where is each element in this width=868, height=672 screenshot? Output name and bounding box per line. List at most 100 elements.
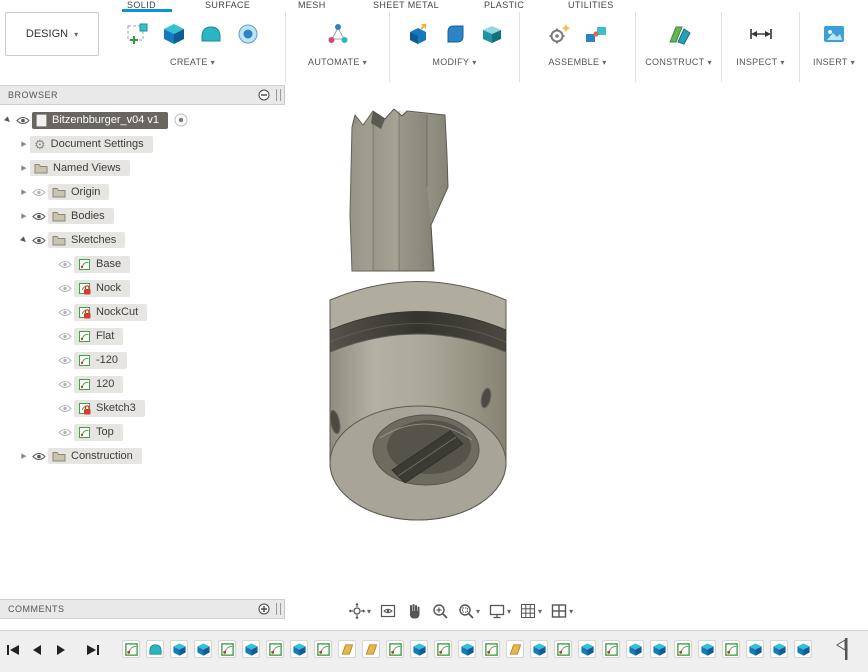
design-workspace-selector[interactable]: DESIGN ▾ bbox=[5, 12, 99, 56]
browser-row-sketch-nock[interactable]: Nock bbox=[56, 278, 130, 298]
activate-component-radio[interactable] bbox=[174, 113, 188, 127]
shell-button[interactable] bbox=[477, 19, 507, 49]
timeline-feature-extrude-icon[interactable] bbox=[578, 640, 596, 658]
timeline-feature-sketch-icon[interactable] bbox=[674, 640, 692, 658]
timeline-feature-sketch-icon[interactable] bbox=[386, 640, 404, 658]
modify-menu[interactable]: MODIFY ▾ bbox=[432, 57, 476, 67]
timeline-feature-plane-icon[interactable] bbox=[362, 640, 380, 658]
visibility-eye-off-icon[interactable] bbox=[56, 332, 74, 341]
browser-row-sketch-neg120[interactable]: -120 bbox=[56, 350, 127, 370]
expand-arrow-icon[interactable]: ▶ bbox=[1, 113, 15, 127]
pan-button[interactable] bbox=[402, 601, 426, 621]
assemble-menu[interactable]: ASSEMBLE ▾ bbox=[548, 57, 606, 67]
timeline-feature-extrude-icon[interactable] bbox=[170, 640, 188, 658]
add-comment-button[interactable] bbox=[258, 603, 270, 615]
browser-row-construction[interactable]: ▶ Construction bbox=[18, 446, 142, 466]
timeline-skip-end-button[interactable] bbox=[84, 642, 102, 658]
visibility-eye-off-icon[interactable] bbox=[56, 404, 74, 413]
collapse-panel-button[interactable] bbox=[258, 89, 270, 101]
visibility-eye-off-icon[interactable] bbox=[56, 356, 74, 365]
visibility-eye-off-icon[interactable] bbox=[56, 380, 74, 389]
panel-resize-grip[interactable] bbox=[276, 603, 281, 615]
visibility-eye-off-icon[interactable] bbox=[56, 428, 74, 437]
viewport-canvas[interactable] bbox=[0, 85, 868, 630]
construct-menu[interactable]: CONSTRUCT ▾ bbox=[645, 57, 712, 67]
visibility-eye-off-icon[interactable] bbox=[56, 308, 74, 317]
measure-button[interactable] bbox=[746, 19, 776, 49]
timeline-feature-extrude-icon[interactable] bbox=[794, 640, 812, 658]
timeline-skip-start-button[interactable] bbox=[4, 642, 22, 658]
configure-button[interactable] bbox=[323, 19, 353, 49]
timeline-feature-sketch-icon[interactable] bbox=[266, 640, 284, 658]
browser-row-sketch-sketch3[interactable]: Sketch3 bbox=[56, 398, 145, 418]
viewports-button[interactable]: ▾ bbox=[547, 601, 576, 621]
visibility-eye-off-icon[interactable] bbox=[56, 284, 74, 293]
visibility-eye-icon[interactable] bbox=[30, 236, 48, 245]
create-box-button[interactable] bbox=[159, 19, 189, 49]
timeline-feature-extrude-icon[interactable] bbox=[650, 640, 668, 658]
browser-root-row[interactable]: ▶ Bitzenbburger_v04 v1 bbox=[2, 110, 188, 130]
timeline-feature-extrude-icon[interactable] bbox=[698, 640, 716, 658]
visibility-eye-icon[interactable] bbox=[14, 116, 32, 125]
browser-row-sketch-flat[interactable]: Flat bbox=[56, 326, 123, 346]
timeline-feature-sketch-icon[interactable] bbox=[482, 640, 500, 658]
expand-arrow-icon[interactable]: ▶ bbox=[18, 164, 30, 172]
create-sketch-button[interactable] bbox=[122, 19, 152, 49]
browser-row-sketches[interactable]: ▶ Sketches bbox=[18, 230, 125, 250]
browser-row-bodies[interactable]: ▶ Bodies bbox=[18, 206, 114, 226]
joint-button[interactable] bbox=[581, 19, 611, 49]
timeline-feature-extrude-icon[interactable] bbox=[530, 640, 548, 658]
browser-row-sketch-nockcut[interactable]: NockCut bbox=[56, 302, 147, 322]
timeline-step-back-button[interactable] bbox=[28, 642, 46, 658]
timeline-feature-extrude-icon[interactable] bbox=[458, 640, 476, 658]
create-sphere-button[interactable] bbox=[233, 19, 263, 49]
browser-row-named-views[interactable]: ▶ Named Views bbox=[18, 158, 130, 178]
expand-arrow-icon[interactable]: ▶ bbox=[18, 188, 30, 196]
timeline-feature-extrude-icon[interactable] bbox=[746, 640, 764, 658]
display-settings-button[interactable]: ▾ bbox=[485, 601, 514, 621]
automate-menu[interactable]: AUTOMATE ▾ bbox=[308, 57, 367, 67]
create-menu[interactable]: CREATE ▾ bbox=[170, 57, 215, 67]
window-zoom-button[interactable]: ▾ bbox=[454, 601, 483, 621]
visibility-eye-off-icon[interactable] bbox=[56, 260, 74, 269]
browser-row-sketch-top[interactable]: Top bbox=[56, 422, 123, 442]
expand-arrow-icon[interactable]: ▶ bbox=[18, 452, 30, 460]
tab-plastic[interactable]: PLASTIC bbox=[484, 0, 524, 10]
press-pull-button[interactable] bbox=[403, 19, 433, 49]
timeline-feature-plane-icon[interactable] bbox=[338, 640, 356, 658]
fillet-button[interactable] bbox=[440, 19, 470, 49]
visibility-eye-icon[interactable] bbox=[30, 212, 48, 221]
grid-settings-button[interactable]: ▾ bbox=[516, 601, 545, 621]
timeline-feature-extrude-icon[interactable] bbox=[290, 640, 308, 658]
timeline-play-button[interactable] bbox=[52, 642, 70, 658]
expand-arrow-icon[interactable]: ▶ bbox=[18, 212, 30, 220]
timeline-feature-extrude-icon[interactable] bbox=[242, 640, 260, 658]
tab-surface[interactable]: SURFACE bbox=[205, 0, 250, 10]
inspect-menu[interactable]: INSPECT ▾ bbox=[736, 57, 784, 67]
timeline-feature-sketch-icon[interactable] bbox=[554, 640, 572, 658]
timeline-feature-plane-icon[interactable] bbox=[506, 640, 524, 658]
visibility-eye-icon[interactable] bbox=[30, 452, 48, 461]
timeline-feature-sketch-icon[interactable] bbox=[218, 640, 236, 658]
timeline-feature-sketch-icon[interactable] bbox=[722, 640, 740, 658]
browser-row-sketch-base[interactable]: Base bbox=[56, 254, 130, 274]
model-3d-part[interactable] bbox=[295, 95, 545, 540]
timeline-feature-extrude-icon[interactable] bbox=[770, 640, 788, 658]
tab-utilities[interactable]: UTILITIES bbox=[568, 0, 614, 10]
timeline-feature-extrude-icon[interactable] bbox=[626, 640, 644, 658]
tab-sheet-metal[interactable]: SHEET METAL bbox=[373, 0, 439, 10]
orbit-button[interactable]: ▾ bbox=[345, 601, 374, 621]
timeline-end-marker[interactable] bbox=[836, 637, 849, 666]
visibility-eye-off-icon[interactable] bbox=[30, 188, 48, 197]
browser-row-document-settings[interactable]: ▶ ⚙ Document Settings bbox=[18, 134, 153, 154]
timeline-feature-extrude-icon[interactable] bbox=[194, 640, 212, 658]
tab-mesh[interactable]: MESH bbox=[298, 0, 326, 10]
timeline-feature-extrude-icon[interactable] bbox=[410, 640, 428, 658]
root-component[interactable]: Bitzenbburger_v04 v1 bbox=[32, 112, 168, 129]
timeline-feature-form-icon[interactable] bbox=[146, 640, 164, 658]
create-form-button[interactable] bbox=[196, 19, 226, 49]
timeline-feature-sketch-icon[interactable] bbox=[314, 640, 332, 658]
insert-menu[interactable]: INSERT ▾ bbox=[813, 57, 855, 67]
look-at-button[interactable] bbox=[376, 601, 400, 621]
timeline-feature-sketch-icon[interactable] bbox=[122, 640, 140, 658]
